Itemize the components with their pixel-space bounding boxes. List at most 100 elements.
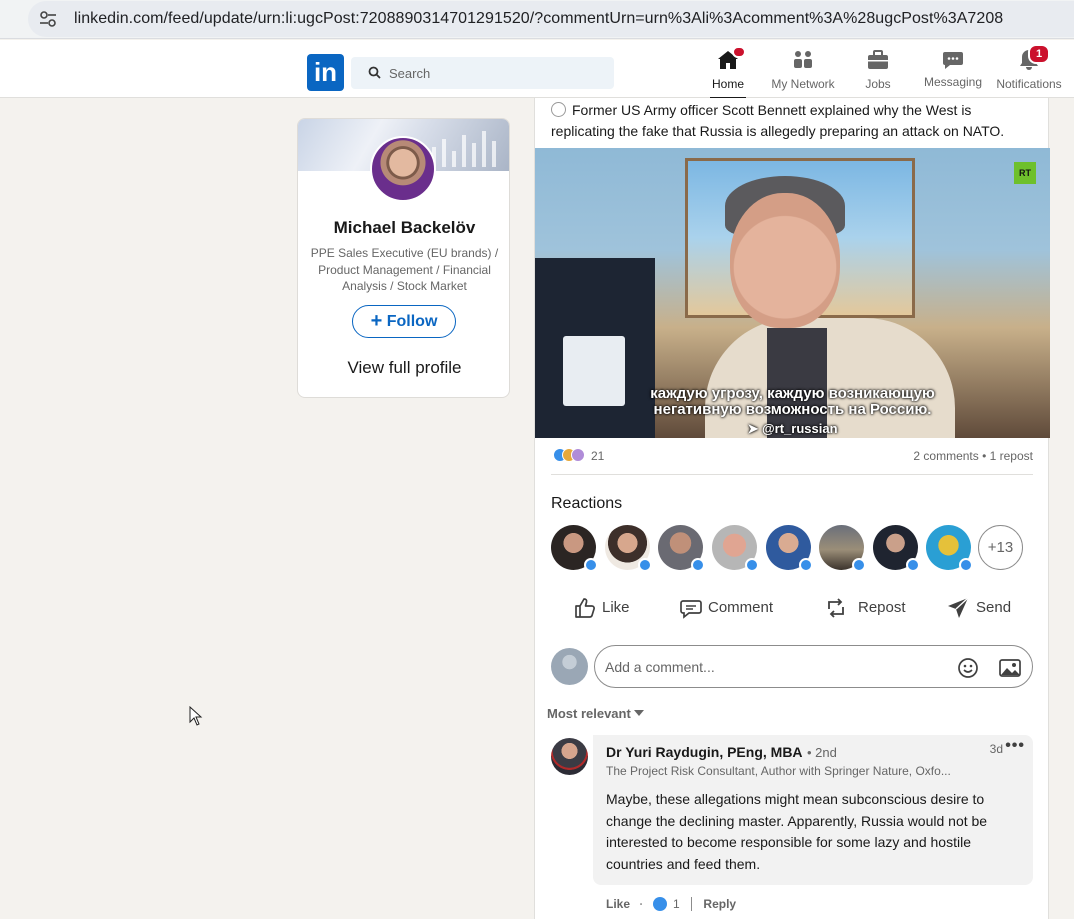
like-badge-icon bbox=[745, 558, 759, 572]
messaging-icon bbox=[941, 48, 965, 72]
notifications-icon: 1 bbox=[1017, 44, 1050, 72]
chart-banner-image bbox=[432, 131, 496, 167]
like-badge-icon bbox=[852, 558, 866, 572]
comment-input[interactable] bbox=[605, 655, 935, 679]
dot-separator: · bbox=[639, 896, 644, 911]
comment-icon bbox=[680, 600, 702, 619]
post-text: Former US Army officer Scott Bennett exp… bbox=[551, 100, 1031, 142]
profile-card: Michael Backelöv PPE Sales Executive (EU… bbox=[297, 118, 510, 398]
nav-jobs[interactable]: Jobs bbox=[863, 48, 893, 98]
my-network-icon bbox=[791, 48, 815, 72]
reactor-avatar[interactable] bbox=[766, 525, 813, 572]
reactor-avatar[interactable] bbox=[873, 525, 920, 572]
top-navigation: in Home My Network Jobs bbox=[0, 40, 1074, 99]
site-settings-icon[interactable] bbox=[38, 9, 58, 29]
commenter-avatar[interactable] bbox=[551, 738, 588, 775]
post-actions: Like Comment Repost Send bbox=[551, 586, 1033, 630]
comment-actions: Like · 1 Reply bbox=[606, 896, 736, 911]
nav-notifications-label: Notifications bbox=[996, 77, 1062, 91]
video-caption: каждую угрозу, каждую возникающую негати… bbox=[535, 386, 1050, 437]
omnibox[interactable]: linkedin.com/feed/update/urn:li:ugcPost:… bbox=[28, 1, 1074, 37]
plus-icon: + bbox=[370, 310, 383, 332]
connection-degree: • 2nd bbox=[807, 745, 837, 760]
commenter-name[interactable]: Dr Yuri Raydugin, PEng, MBA bbox=[606, 744, 803, 760]
linkedin-logo[interactable]: in bbox=[307, 54, 344, 91]
like-badge-icon bbox=[959, 558, 973, 572]
comments-reposts-count[interactable]: 2 comments • 1 repost bbox=[913, 449, 1033, 463]
url-text[interactable]: linkedin.com/feed/update/urn:li:ugcPost:… bbox=[74, 10, 1003, 28]
post-detail: Former US Army officer Scott Bennett exp… bbox=[534, 98, 1050, 919]
search-icon bbox=[368, 66, 381, 79]
more-reactors-button[interactable]: +13 bbox=[978, 525, 1023, 570]
caption-line-2: негативную возможность на Россию. bbox=[653, 401, 932, 418]
like-label: Like bbox=[602, 599, 630, 616]
like-reaction-icon bbox=[652, 896, 667, 911]
circle-icon bbox=[551, 102, 566, 117]
like-badge-icon bbox=[638, 558, 652, 572]
reactor-avatar[interactable] bbox=[658, 525, 705, 572]
telegram-handle-text: @rt_russian bbox=[761, 421, 838, 436]
divider bbox=[551, 474, 1033, 475]
post-video[interactable]: RT каждую угрозу, каждую возникающую нег… bbox=[535, 148, 1050, 438]
post-text-content: Former US Army officer Scott Bennett exp… bbox=[551, 102, 1005, 139]
search-bar[interactable] bbox=[351, 57, 614, 89]
browser-address-bar: linkedin.com/feed/update/urn:li:ugcPost:… bbox=[0, 0, 1074, 39]
nav-my-network-label: My Network bbox=[771, 77, 835, 91]
reactions-heading: Reactions bbox=[551, 495, 623, 512]
nav-home-label: Home bbox=[711, 77, 744, 91]
nav-home[interactable]: Home bbox=[710, 46, 746, 99]
home-badge bbox=[732, 46, 746, 58]
notifications-badge: 1 bbox=[1028, 44, 1050, 64]
send-icon bbox=[948, 597, 969, 618]
home-icon bbox=[716, 46, 746, 72]
like-badge-icon bbox=[799, 558, 813, 572]
nav-my-network[interactable]: My Network bbox=[768, 48, 838, 98]
repost-button[interactable]: Repost bbox=[824, 594, 914, 622]
send-button[interactable]: Send bbox=[946, 594, 1016, 622]
caret-down-icon bbox=[633, 710, 644, 716]
social-counts: 21 2 comments • 1 repost bbox=[551, 446, 1033, 466]
comment-input-box[interactable] bbox=[594, 645, 1033, 688]
reactor-avatar[interactable] bbox=[605, 525, 652, 572]
follow-button[interactable]: + Follow bbox=[352, 305, 456, 338]
like-badge-icon bbox=[584, 558, 598, 572]
telegram-handle: ➤ @rt_russian bbox=[535, 421, 1050, 437]
nav-notifications[interactable]: 1 Notifications bbox=[994, 44, 1064, 98]
reactor-avatar[interactable] bbox=[551, 525, 598, 572]
send-label: Send bbox=[976, 599, 1012, 616]
reaction-icons[interactable] bbox=[553, 448, 587, 464]
mouse-cursor-icon bbox=[189, 706, 203, 726]
jobs-icon bbox=[866, 48, 890, 72]
reactor-avatar[interactable] bbox=[712, 525, 759, 572]
nav-jobs-label: Jobs bbox=[865, 77, 891, 91]
current-user-avatar[interactable] bbox=[551, 648, 588, 685]
caption-line-1: каждую угрозу, каждую возникающую bbox=[650, 385, 935, 402]
rt-logo: RT bbox=[1014, 162, 1036, 184]
comment-reply-button[interactable]: Reply bbox=[703, 897, 736, 911]
emoji-icon[interactable] bbox=[956, 656, 980, 680]
reactor-avatar[interactable] bbox=[926, 525, 973, 572]
profile-name[interactable]: Michael Backelöv bbox=[298, 218, 509, 238]
search-input[interactable] bbox=[389, 61, 599, 85]
more-options-icon[interactable]: ••• bbox=[1005, 737, 1025, 755]
comment-text: Maybe, these allegations might mean subc… bbox=[606, 791, 988, 872]
sort-label: Most relevant bbox=[547, 706, 631, 721]
comment-like-count[interactable]: 1 bbox=[673, 897, 680, 911]
image-icon[interactable] bbox=[998, 656, 1022, 680]
nav-messaging[interactable]: Messaging bbox=[922, 48, 984, 98]
like-badge-icon bbox=[691, 558, 705, 572]
commenter-headline: The Project Risk Consultant, Author with… bbox=[606, 764, 951, 778]
view-full-profile-link[interactable]: View full profile bbox=[298, 358, 509, 378]
comment-like-button[interactable]: Like bbox=[606, 897, 630, 911]
comment-button[interactable]: Comment bbox=[679, 594, 779, 622]
separator bbox=[691, 896, 693, 911]
like-icon bbox=[575, 598, 595, 618]
sort-dropdown[interactable]: Most relevant bbox=[547, 706, 644, 721]
reactions-count[interactable]: 21 bbox=[591, 449, 604, 463]
profile-avatar[interactable] bbox=[370, 136, 436, 202]
comment-bubble: Dr Yuri Raydugin, PEng, MBA • 2nd 3d •••… bbox=[593, 735, 1033, 885]
like-button[interactable]: Like bbox=[573, 594, 633, 622]
reactor-avatar[interactable] bbox=[819, 525, 866, 572]
comment-time: 3d bbox=[989, 742, 1003, 756]
profile-headline: PPE Sales Executive (EU brands) / Produc… bbox=[310, 246, 499, 293]
